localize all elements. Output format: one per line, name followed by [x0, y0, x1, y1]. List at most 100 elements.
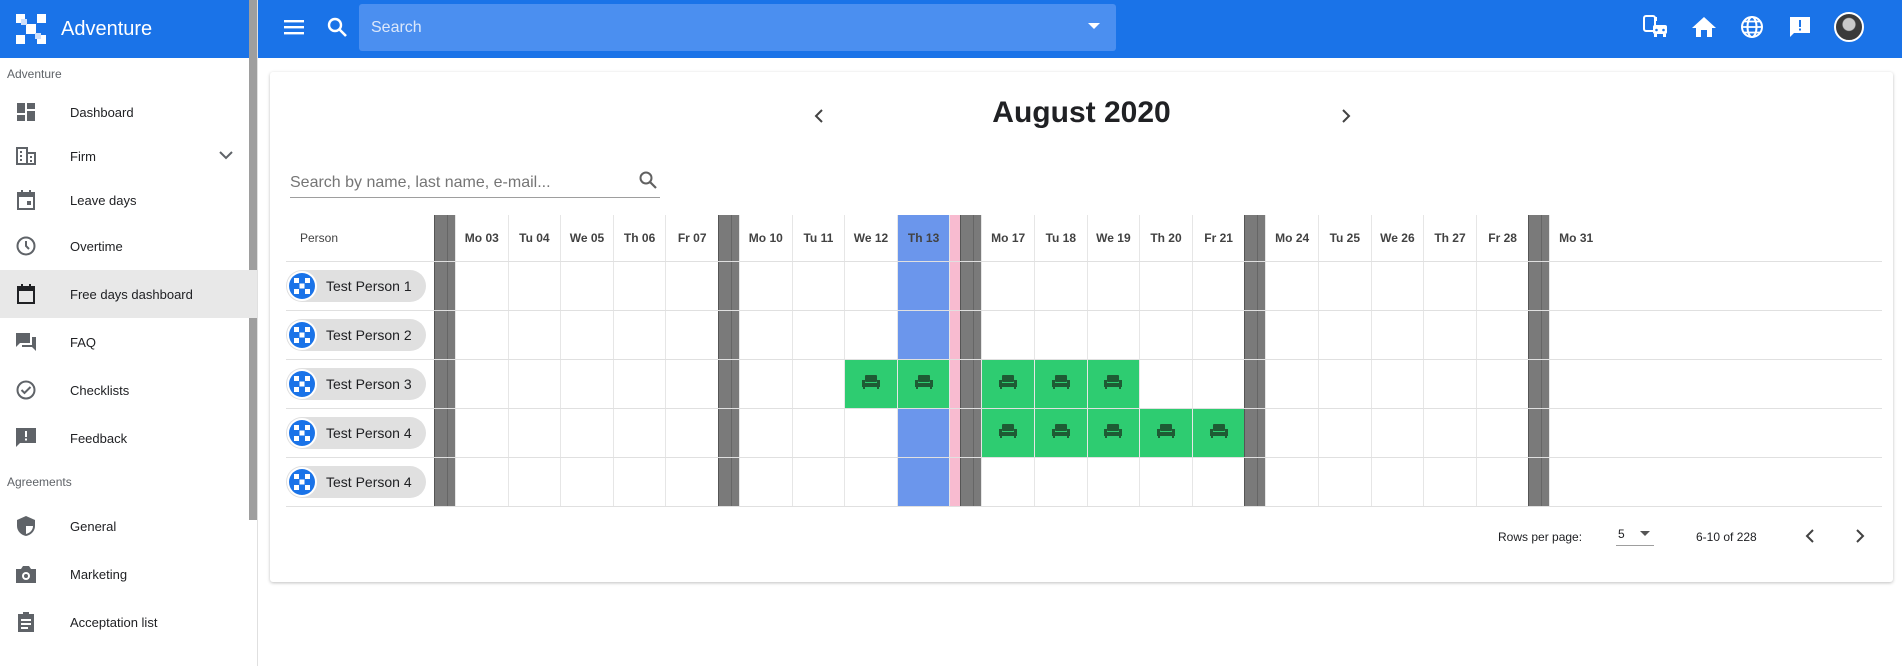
menu-icon[interactable] — [283, 16, 309, 42]
day-cell — [1191, 458, 1245, 506]
today-cell — [896, 262, 950, 310]
day-cell — [844, 311, 897, 359]
day-cell — [1370, 262, 1424, 310]
day-cell — [1139, 311, 1192, 359]
rows-per-page-select[interactable]: 5 — [1616, 522, 1654, 546]
day-cell — [560, 409, 613, 457]
weekend-cell — [1528, 311, 1550, 359]
person-chip[interactable]: Test Person 1 — [286, 270, 426, 302]
day-cell — [1139, 360, 1192, 408]
sidebar-item-marketing[interactable]: Marketing — [0, 550, 257, 598]
day-cell — [739, 311, 792, 359]
free-days-card: August 2020 Search by name, last name, e… — [270, 72, 1893, 582]
search-icon[interactable] — [638, 170, 658, 195]
day-cell — [791, 409, 845, 457]
day-cell — [1475, 458, 1529, 506]
sofa-icon — [914, 374, 933, 394]
user-avatar[interactable] — [1834, 12, 1864, 42]
day-cell — [1423, 409, 1476, 457]
sidebar-item-leave-days[interactable]: Leave days — [0, 178, 257, 222]
language-icon[interactable] — [1738, 13, 1766, 41]
building-icon — [15, 145, 37, 167]
day-cell — [1475, 360, 1529, 408]
commute-icon[interactable] — [1642, 13, 1670, 41]
day-cell — [1191, 311, 1245, 359]
leave-day-cell[interactable] — [981, 409, 1034, 457]
global-search-input[interactable]: Search — [359, 4, 1116, 51]
sidebar-item-dashboard[interactable]: Dashboard — [0, 90, 257, 134]
sidebar-item-label: Acceptation list — [70, 614, 158, 630]
weekend-column — [434, 215, 455, 261]
search-icon[interactable] — [326, 16, 348, 43]
day-cell — [1549, 409, 1602, 457]
day-cell — [1318, 311, 1371, 359]
weekend-cell — [1528, 262, 1550, 310]
weekend-column — [1528, 215, 1550, 261]
leave-day-cell[interactable] — [844, 360, 897, 408]
app-header: Adventure — [0, 0, 257, 58]
sidebar-item-overtime[interactable]: Overtime — [0, 222, 257, 270]
person-name: Test Person 4 — [326, 425, 412, 441]
day-header: Fr 07 — [665, 215, 718, 261]
day-cell — [1265, 409, 1318, 457]
today-cell — [896, 409, 950, 457]
day-cell — [455, 409, 508, 457]
weekend-cell — [718, 360, 739, 408]
day-cell — [791, 262, 845, 310]
person-chip[interactable]: Test Person 4 — [286, 417, 426, 449]
sidebar-item-label: Checklists — [70, 382, 130, 398]
person-avatar-icon — [287, 418, 317, 448]
day-cell — [844, 409, 897, 457]
leave-day-cell[interactable] — [1086, 360, 1140, 408]
day-cell — [455, 360, 508, 408]
holiday-cell — [949, 311, 961, 359]
next-page-icon[interactable] — [1854, 528, 1866, 549]
chevron-down-icon[interactable] — [219, 148, 233, 163]
day-cell — [981, 311, 1034, 359]
table-row: Test Person 4 — [286, 409, 1882, 458]
leave-day-cell[interactable] — [981, 360, 1034, 408]
day-cell — [981, 262, 1034, 310]
day-cell — [1370, 311, 1424, 359]
sidebar-item-general[interactable]: General — [0, 502, 257, 550]
weekend-cell — [718, 262, 739, 310]
sidebar-item-free-days-dashboard[interactable]: Free days dashboard — [0, 270, 257, 318]
sidebar-item-firm[interactable]: Firm — [0, 134, 257, 178]
dropdown-arrow-icon[interactable] — [1640, 531, 1650, 536]
feedback-icon — [15, 427, 37, 449]
weekend-cell — [434, 458, 455, 506]
day-cell — [665, 311, 718, 359]
sidebar-item-label: Overtime — [70, 238, 123, 254]
leave-day-cell[interactable] — [1139, 409, 1192, 457]
sidebar-item-faq[interactable]: FAQ — [0, 318, 257, 366]
leave-day-cell[interactable] — [1086, 409, 1140, 457]
leave-day-cell[interactable] — [1034, 360, 1087, 408]
leave-day-cell[interactable] — [896, 360, 950, 408]
day-header: Th 20 — [1139, 215, 1192, 261]
person-chip[interactable]: Test Person 2 — [286, 319, 426, 351]
sidebar-item-feedback[interactable]: Feedback — [0, 414, 257, 462]
holiday-cell — [949, 409, 961, 457]
dropdown-arrow-icon[interactable] — [1088, 23, 1100, 29]
top-actions — [1642, 12, 1864, 42]
sidebar-item-checklists[interactable]: Checklists — [0, 366, 257, 414]
feedback-icon[interactable] — [1786, 13, 1814, 41]
day-cell — [1549, 360, 1602, 408]
day-header: Mo 31 — [1549, 215, 1602, 261]
day-cell — [791, 311, 845, 359]
previous-page-icon[interactable] — [1804, 528, 1816, 549]
person-search-input[interactable]: Search by name, last name, e-mail... — [290, 168, 660, 198]
leave-day-cell[interactable] — [1191, 409, 1245, 457]
sidebar-item-acceptation-list[interactable]: Acceptation list — [0, 598, 257, 646]
leave-day-cell[interactable] — [1034, 409, 1087, 457]
day-cell — [1191, 262, 1245, 310]
sofa-icon — [1156, 423, 1175, 443]
person-chip[interactable]: Test Person 4 — [286, 466, 426, 498]
day-cell — [1086, 262, 1140, 310]
day-header: Tu 04 — [507, 215, 561, 261]
chevron-right-icon[interactable] — [1340, 108, 1352, 129]
person-chip[interactable]: Test Person 3 — [286, 368, 426, 400]
home-icon[interactable] — [1690, 13, 1718, 41]
table-row: Test Person 3 — [286, 360, 1882, 409]
sidebar-item-label: FAQ — [70, 334, 97, 350]
